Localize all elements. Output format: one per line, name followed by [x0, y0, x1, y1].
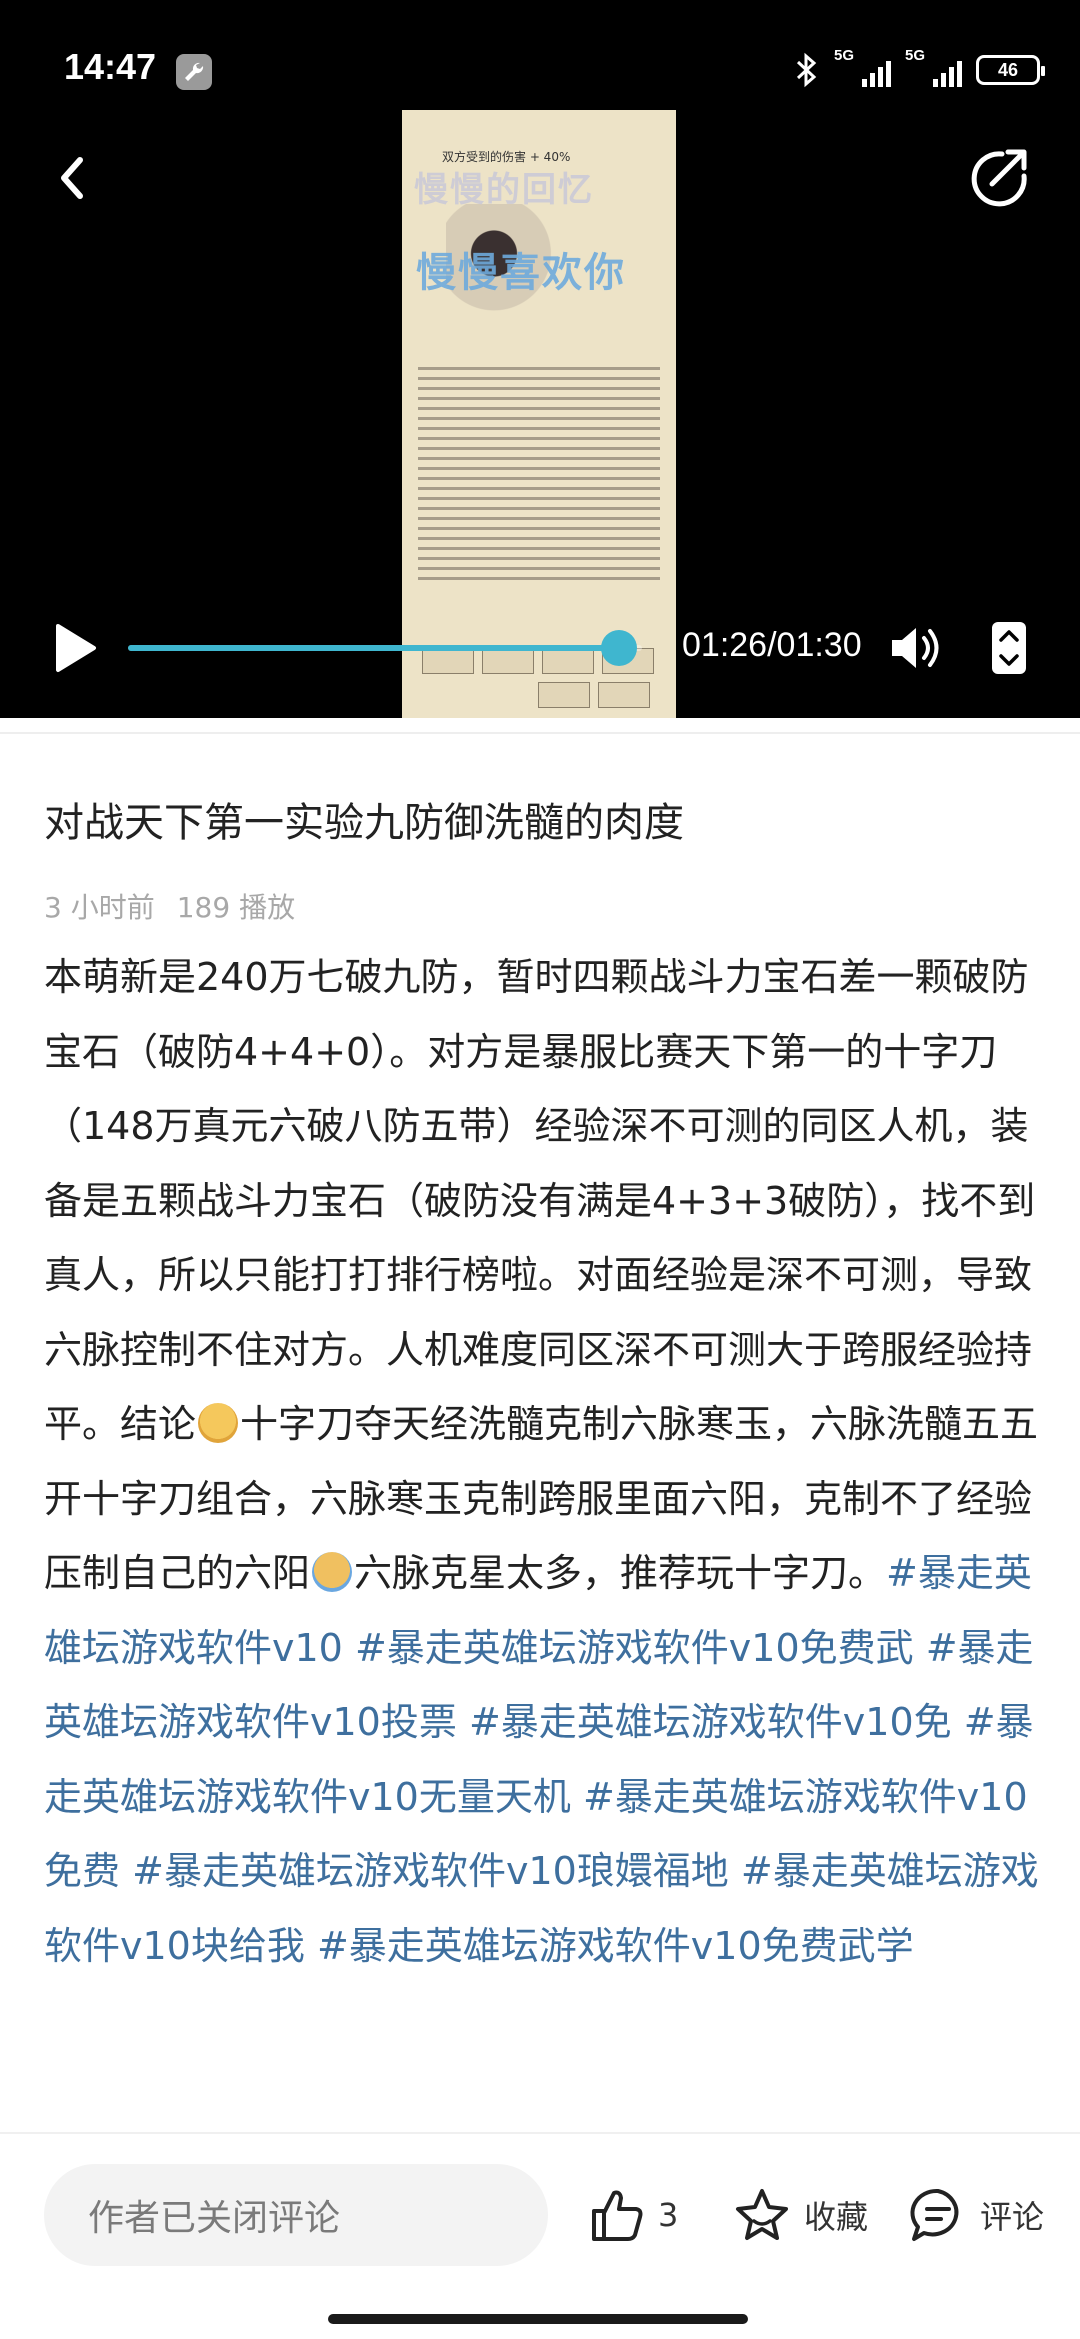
post-body: 本萌新是240万七破九防，暂时四颗战斗力宝石差一颗破防宝石（破防4+4+0）。对… [44, 940, 1040, 1983]
signal-icon-2: 5G [905, 47, 962, 87]
signal-icon: 5G [834, 47, 891, 87]
comment-label: 评论 [980, 2198, 1045, 2236]
battery-icon: 46 [976, 55, 1045, 85]
like-count: 3 [658, 2196, 679, 2234]
comment-button[interactable]: 评论 [908, 2180, 1044, 2250]
video-log-text [418, 360, 660, 587]
hashtag-link[interactable]: #暴走英雄坛游戏软件v10免 [469, 1700, 952, 1744]
time-label: 01:26/01:30 [682, 626, 862, 664]
comment-placeholder: 作者已关闭评论 [88, 2198, 341, 2239]
video-player[interactable]: 14:47 5G 5G 46 双方受到的伤害 + 40% 慢慢的回忆 慢慢喜欢你… [0, 0, 1080, 718]
comment-input[interactable]: 作者已关闭评论 [44, 2164, 548, 2266]
like-button[interactable]: 3 [586, 2180, 678, 2250]
shocked-face-icon [198, 1403, 239, 1443]
status-time: 14:47 [64, 46, 157, 87]
progress-bar[interactable] [128, 630, 642, 666]
watermark-1: 慢慢的回忆 [414, 170, 594, 210]
wrench-icon [176, 54, 212, 90]
divider [0, 732, 1080, 734]
post-meta: 3 小时前 189 播放 [44, 886, 295, 926]
network-label-2: 5G [905, 47, 926, 64]
home-indicator[interactable] [328, 2314, 748, 2324]
body-text-1: 本萌新是240万七破九防，暂时四颗战斗力宝石差一颗破防宝石（破防4+4+0）。对… [44, 955, 1036, 1446]
thumbs-up-icon [592, 2190, 643, 2241]
star-icon [736, 2189, 788, 2240]
bluetooth-icon [796, 52, 817, 88]
hashtag-link[interactable]: #暴走英雄坛游戏软件v10免费武学 [317, 1924, 914, 1968]
favorite-label: 收藏 [804, 2198, 869, 2236]
share-icon[interactable] [968, 146, 1030, 208]
watermark-2: 慢慢喜欢你 [416, 250, 626, 296]
battery-level: 46 [997, 59, 1019, 80]
progress-handle[interactable] [601, 630, 638, 666]
bottom-divider [0, 2132, 1080, 2134]
progress-fill [128, 645, 620, 651]
network-label-1: 5G [834, 47, 855, 64]
favorite-button[interactable]: 收藏 [732, 2180, 868, 2250]
volume-icon[interactable] [888, 622, 944, 674]
post-title: 对战天下第一实验九防御洗髓的肉度 [44, 800, 684, 846]
body-text-3: 六脉克星太多，推荐玩十字刀。 [354, 1551, 887, 1595]
crying-face-icon [312, 1552, 353, 1592]
hashtag-link[interactable]: #暴走英雄坛游戏软件v10免费武 [355, 1626, 914, 1670]
post-plays: 189 播放 [176, 891, 296, 924]
fullscreen-icon[interactable] [990, 620, 1028, 676]
hashtag-link[interactable]: #暴走英雄坛游戏软件v10琅嬛福地 [132, 1849, 729, 1893]
back-arrow-icon[interactable] [50, 148, 94, 208]
play-icon[interactable] [50, 620, 100, 676]
post-time: 3 小时前 [44, 891, 155, 924]
video-frame: 双方受到的伤害 + 40% 慢慢的回忆 慢慢喜欢你 [402, 110, 676, 718]
comment-bubble-icon [910, 2188, 959, 2241]
